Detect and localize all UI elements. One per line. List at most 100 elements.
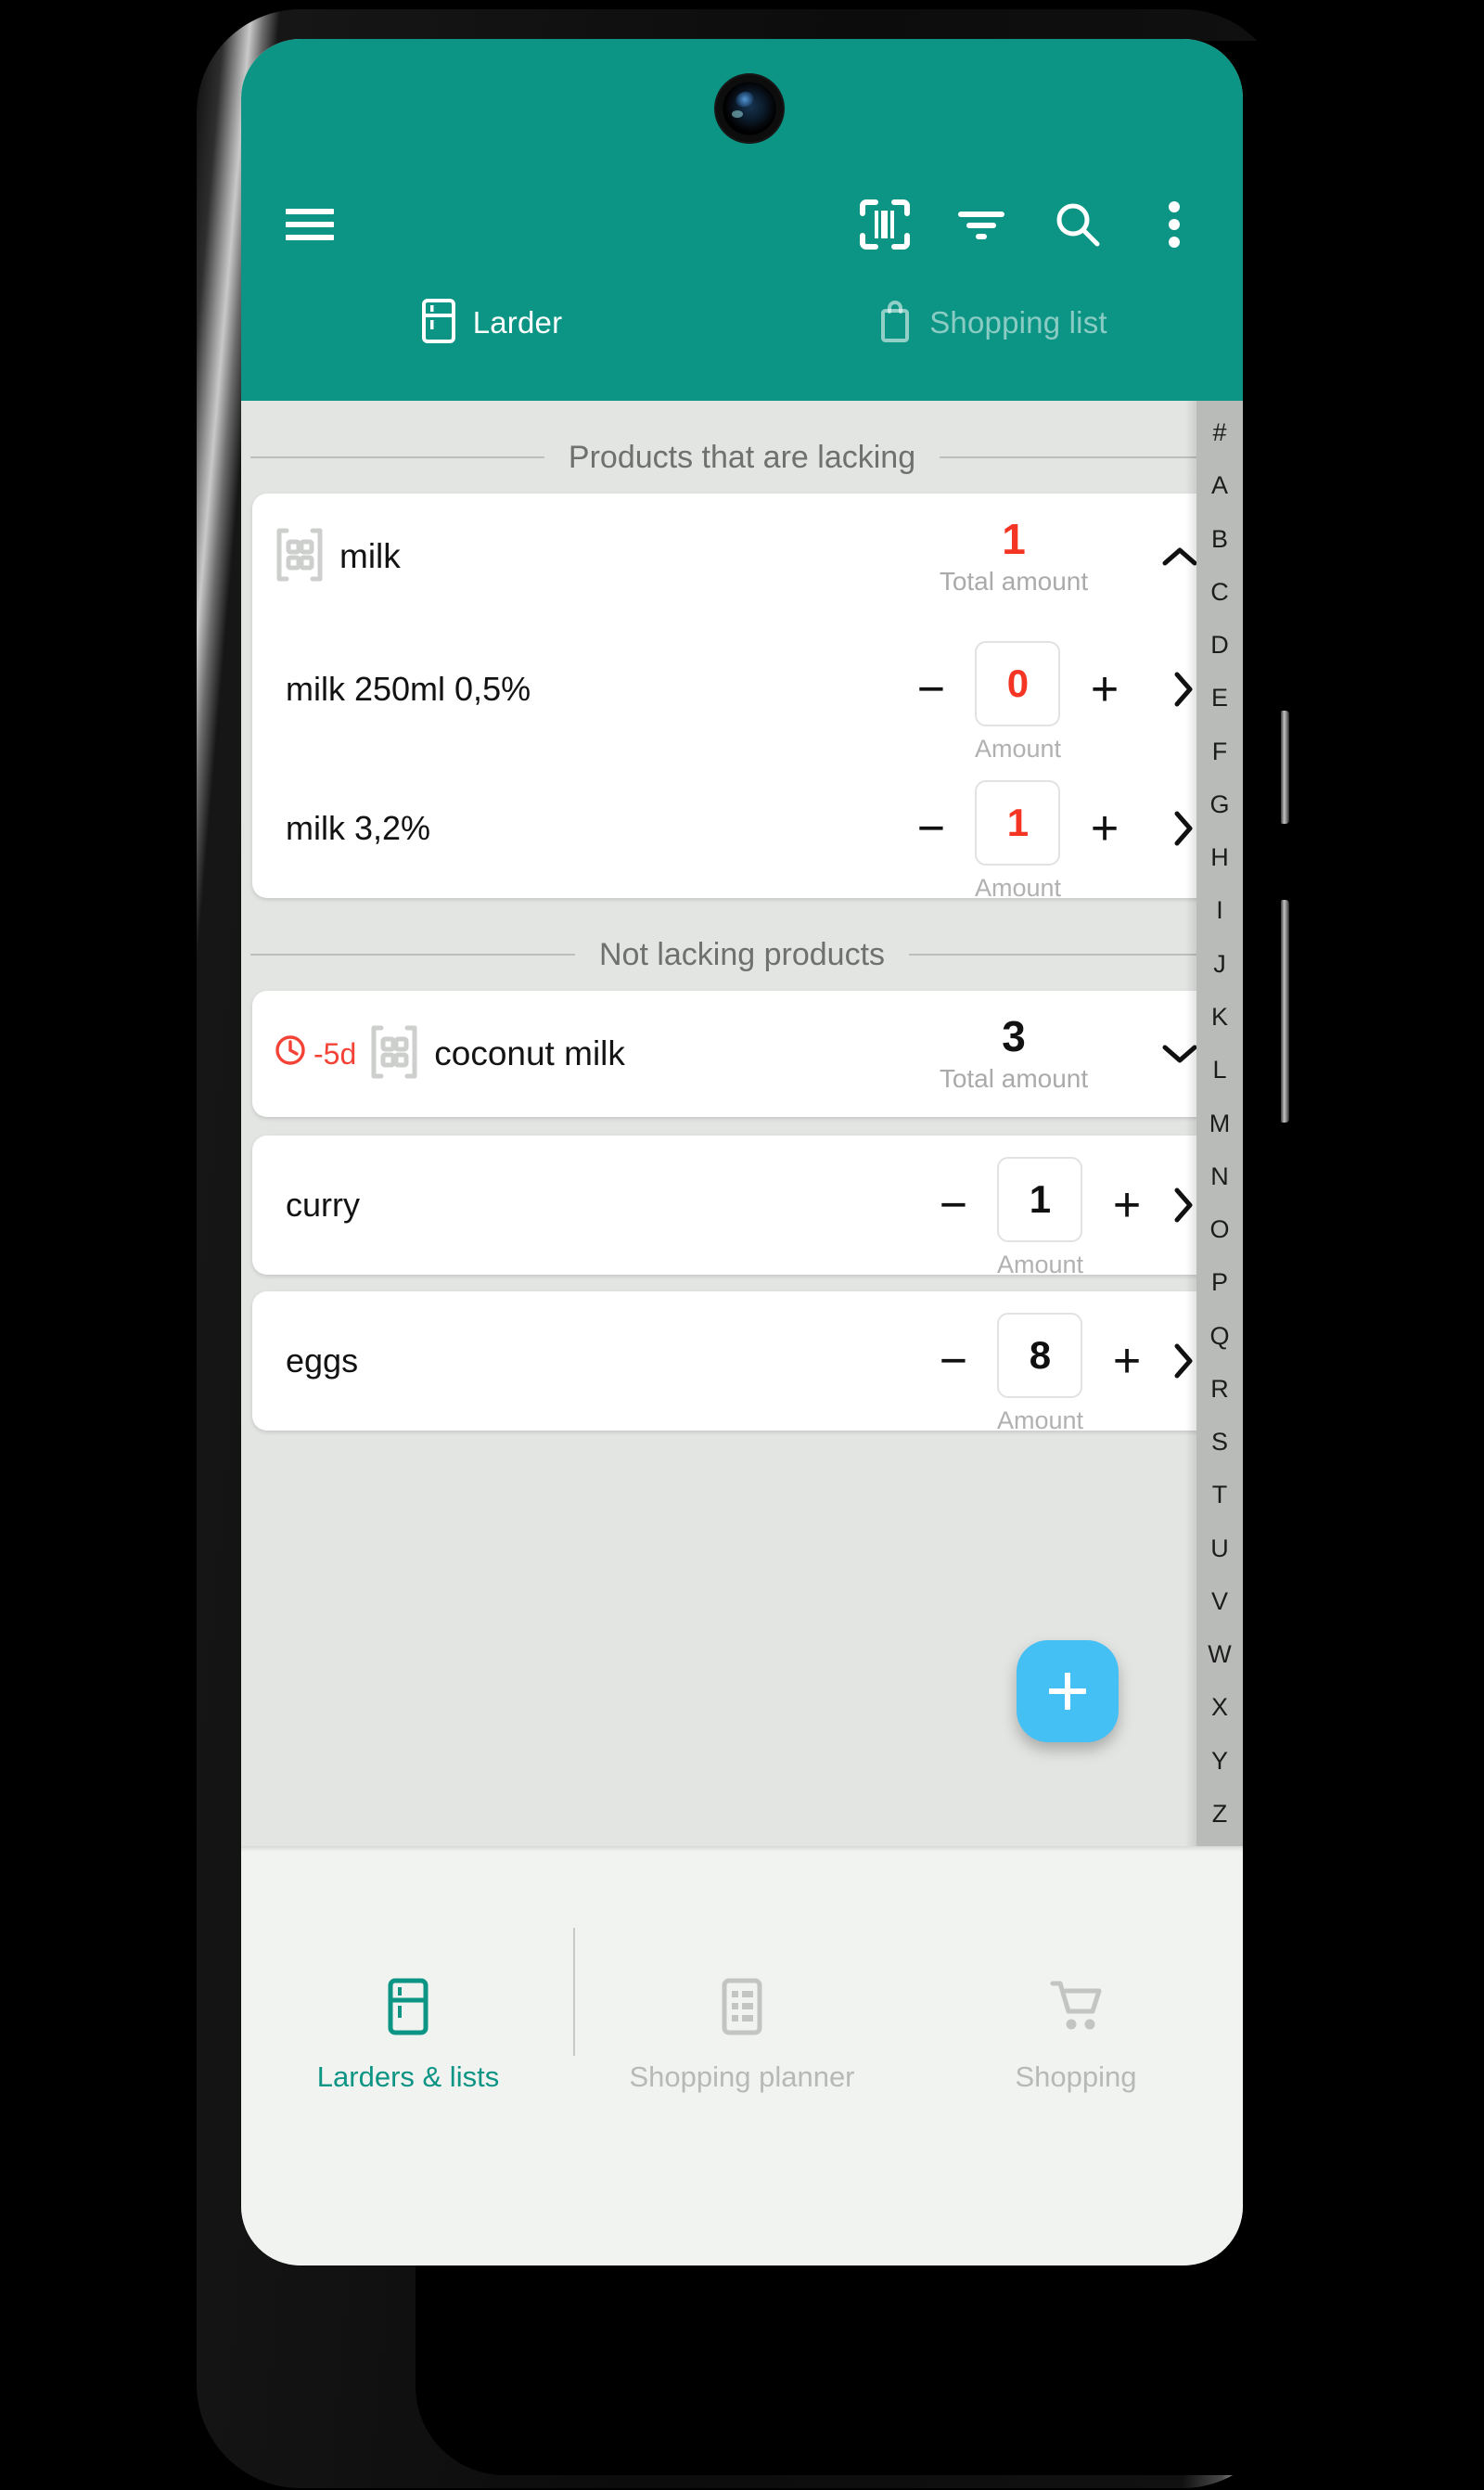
add-product-fab[interactable] — [1017, 1640, 1119, 1742]
alpha-index-letter[interactable]: K — [1211, 991, 1228, 1044]
camera-glint-secondary — [732, 110, 743, 118]
product-group-icon — [275, 528, 325, 586]
alpha-index-letter[interactable]: F — [1212, 725, 1228, 778]
app-bar: Larder Shopping list — [241, 39, 1243, 401]
alpha-index-letter[interactable]: S — [1211, 1416, 1228, 1469]
tab-shopping-list-label: Shopping list — [929, 305, 1107, 340]
filter-icon[interactable] — [933, 176, 1030, 273]
search-icon[interactable] — [1030, 176, 1126, 273]
alpha-index-letter[interactable]: Z — [1212, 1788, 1228, 1841]
tab-shopping-list[interactable]: Shopping list — [742, 273, 1243, 373]
alpha-index-letter[interactable]: W — [1208, 1628, 1231, 1681]
increment-button[interactable]: + — [1076, 800, 1133, 857]
amount-input[interactable]: 1 — [975, 780, 1061, 866]
nav-item-larders-and-lists[interactable]: Larders & lists — [241, 1846, 575, 2225]
alpha-index-letter[interactable]: R — [1210, 1363, 1229, 1416]
group-total-label: Total amount — [939, 1064, 1089, 1094]
alpha-index-letter[interactable]: M — [1209, 1097, 1231, 1149]
plus-icon — [1049, 1673, 1086, 1710]
alpha-index-letter[interactable]: G — [1209, 778, 1229, 831]
section-header-not-lacking: Not lacking products — [241, 918, 1243, 991]
bottom-navigation: Larders & lists Shopping planner Shoppin… — [241, 1846, 1243, 2265]
alpha-index-shadow — [1185, 401, 1196, 1846]
product-group-card-coconut-milk: -5d coconut milk 3 Total amount — [252, 991, 1232, 1117]
item-row-milk-32[interactable]: milk 3,2% − 1 Amount + — [252, 759, 1232, 902]
alpha-index-letter[interactable]: I — [1216, 884, 1223, 937]
amount-input[interactable]: 0 — [975, 641, 1061, 726]
fridge-icon — [387, 1978, 429, 2040]
alpha-index-letter[interactable]: Y — [1211, 1735, 1228, 1788]
product-group-card-milk: milk 1 Total amount milk 250ml 0,5% − 0 — [252, 494, 1232, 902]
group-total-value: 1 — [1002, 514, 1026, 563]
group-total: 1 Total amount — [898, 517, 1130, 597]
item-row-milk-250ml[interactable]: milk 250ml 0,5% − 0 Amount + — [252, 620, 1232, 763]
item-name: curry — [286, 1186, 360, 1224]
group-header-milk[interactable]: milk 1 Total amount — [252, 494, 1232, 620]
section-header-lacking: Products that are lacking — [241, 421, 1243, 494]
alpha-index-letter[interactable]: N — [1210, 1150, 1229, 1203]
alpha-index-letter[interactable]: C — [1210, 566, 1229, 619]
item-name: milk 250ml 0,5% — [286, 670, 531, 708]
clock-icon — [275, 1034, 306, 1073]
hamburger-menu-icon[interactable] — [262, 176, 358, 273]
alpha-index-letter[interactable]: U — [1210, 1522, 1229, 1575]
increment-button[interactable]: + — [1098, 1332, 1156, 1390]
section-title: Products that are lacking — [568, 439, 916, 475]
barcode-scan-icon[interactable] — [837, 176, 933, 273]
amount-field-wrap: 8 Amount — [997, 1313, 1083, 1435]
amount-caption: Amount — [996, 1251, 1083, 1278]
alpha-index-letter[interactable]: D — [1210, 619, 1229, 672]
item-row-eggs[interactable]: eggs − 8 Amount + — [252, 1291, 1232, 1434]
alpha-index-letter[interactable]: L — [1212, 1044, 1226, 1097]
nav-label: Shopping — [1015, 2060, 1137, 2093]
alpha-index-letter[interactable]: T — [1212, 1469, 1228, 1521]
alpha-index-letter[interactable]: P — [1211, 1256, 1228, 1309]
alphabet-scrubber[interactable]: # A B C D E F G H I J K L M N O P Q R S T U V W X Y Z — [1196, 401, 1243, 1846]
amount-stepper: − 8 Amount + — [925, 1300, 1156, 1434]
group-total-value: 3 — [1002, 1011, 1026, 1060]
section-title: Not lacking products — [598, 936, 886, 972]
overflow-menu-icon[interactable] — [1126, 176, 1222, 273]
alpha-index-letter[interactable]: H — [1210, 831, 1229, 884]
nav-item-shopping-planner[interactable]: Shopping planner — [575, 1846, 909, 2225]
decrement-button[interactable]: − — [902, 661, 960, 718]
tab-larder-label: Larder — [472, 305, 563, 340]
alpha-index-letter[interactable]: # — [1212, 406, 1226, 459]
section-rule-left — [250, 456, 544, 458]
alpha-index-letter[interactable]: X — [1211, 1681, 1228, 1734]
amount-field-wrap: 0 Amount — [975, 641, 1061, 764]
toolbar-actions — [837, 176, 1243, 273]
tab-larder[interactable]: Larder — [241, 273, 742, 373]
power-button[interactable] — [1281, 900, 1289, 1123]
expiry-badge: -5d — [275, 1034, 356, 1073]
alpha-index-letter[interactable]: Q — [1209, 1309, 1229, 1362]
group-name: coconut milk — [434, 1034, 625, 1072]
list-document-icon — [719, 1978, 765, 2040]
nav-label: Shopping planner — [629, 2060, 855, 2093]
front-camera — [723, 82, 776, 135]
increment-button[interactable]: + — [1076, 661, 1133, 718]
decrement-button[interactable]: − — [902, 800, 960, 857]
nav-item-shopping[interactable]: Shopping — [909, 1846, 1243, 2225]
larder-content: Products that are lacking milk 1 Total a… — [241, 401, 1243, 1846]
decrement-button[interactable]: − — [925, 1332, 982, 1390]
alpha-index-letter[interactable]: O — [1209, 1203, 1229, 1256]
decrement-button[interactable]: − — [925, 1176, 982, 1234]
alpha-index-letter[interactable]: B — [1211, 512, 1228, 565]
amount-input[interactable]: 8 — [997, 1313, 1083, 1398]
amount-input[interactable]: 1 — [997, 1157, 1083, 1242]
volume-button[interactable] — [1281, 711, 1289, 824]
product-card-eggs: eggs − 8 Amount + — [252, 1291, 1232, 1434]
tab-bar: Larder Shopping list — [241, 273, 1243, 373]
alpha-index-letter[interactable]: V — [1211, 1575, 1228, 1628]
alpha-index-letter[interactable]: J — [1213, 938, 1226, 991]
group-header-coconut-milk[interactable]: -5d coconut milk 3 Total amount — [252, 991, 1232, 1117]
product-card-curry: curry − 1 Amount + — [252, 1136, 1232, 1278]
amount-caption: Amount — [974, 874, 1061, 902]
fridge-icon — [421, 298, 456, 349]
increment-button[interactable]: + — [1098, 1176, 1156, 1234]
expiry-text: -5d — [313, 1036, 357, 1071]
alpha-index-letter[interactable]: A — [1211, 459, 1228, 512]
alpha-index-letter[interactable]: E — [1211, 672, 1228, 725]
item-row-curry[interactable]: curry − 1 Amount + — [252, 1136, 1232, 1278]
